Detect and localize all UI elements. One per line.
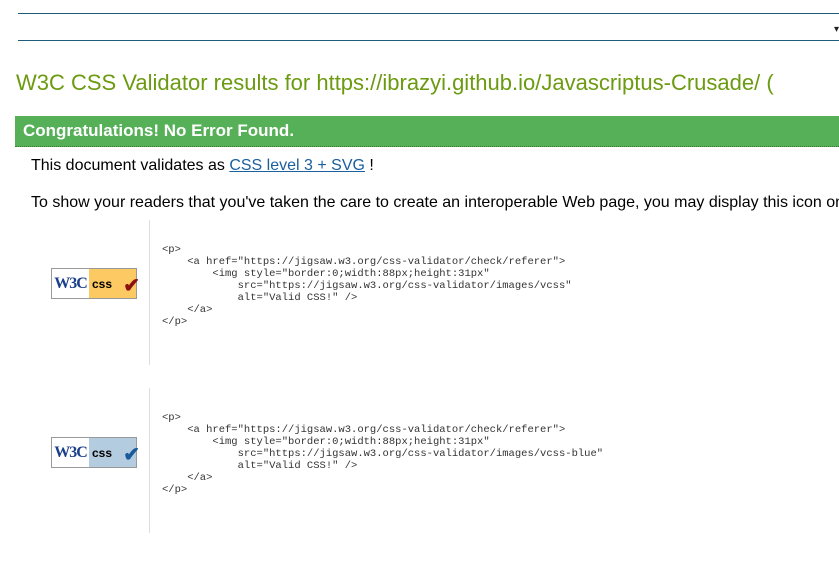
- css-label: css: [92, 445, 113, 460]
- nav-rule: [18, 40, 839, 41]
- dropdown-chevron-icon[interactable]: ▾: [834, 24, 839, 35]
- valid-css-badge-gold[interactable]: W3C css ✔: [51, 268, 140, 299]
- top-rule: [18, 13, 839, 14]
- separator: [149, 388, 150, 533]
- page-title: W3C CSS Validator results for https://ib…: [16, 70, 774, 95]
- validates-text: This document validates as CSS level 3 +…: [31, 157, 374, 175]
- w3c-logo: W3C: [52, 269, 89, 298]
- checkmark-icon: ✔: [123, 444, 140, 466]
- checkmark-icon: ✔: [123, 275, 140, 297]
- valid-css-badge-blue[interactable]: W3C css ✔: [51, 437, 140, 468]
- css-level-link[interactable]: CSS level 3 + SVG: [229, 157, 365, 174]
- banner-text: Congratulations! No Error Found.: [23, 121, 295, 140]
- w3c-logo: W3C: [52, 438, 89, 467]
- separator: [149, 220, 150, 365]
- validates-suffix: !: [364, 157, 374, 174]
- code-snippet-blue: <p> <a href="https://jigsaw.w3.org/css-v…: [162, 412, 604, 496]
- validates-prefix: This document validates as: [31, 157, 230, 174]
- css-label: css: [92, 276, 113, 291]
- success-banner: Congratulations! No Error Found.: [15, 116, 839, 147]
- interop-text: To show your readers that you've taken t…: [31, 194, 839, 211]
- code-snippet-gold: <p> <a href="https://jigsaw.w3.org/css-v…: [162, 244, 572, 328]
